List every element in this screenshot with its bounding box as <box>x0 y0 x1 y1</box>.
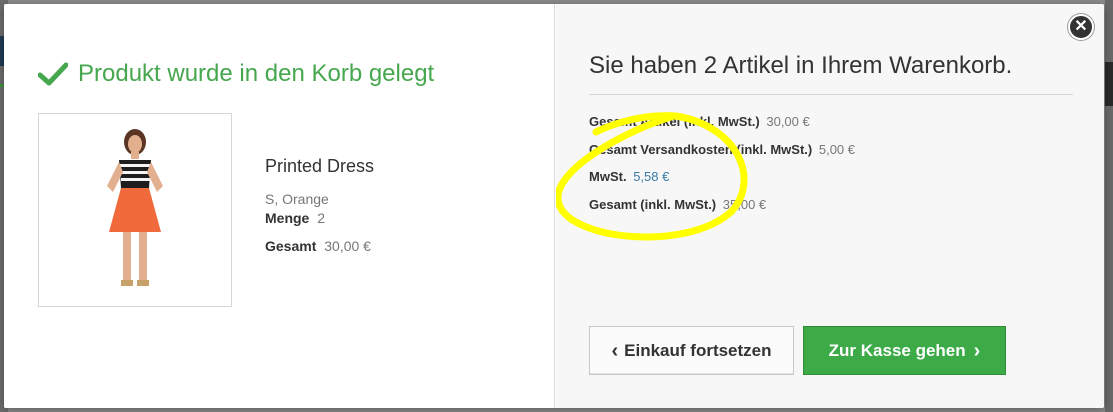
summary-grand-total: Gesamt (inkl. MwSt.) 35,00 € <box>589 197 855 213</box>
product-total-label: Gesamt <box>265 238 317 254</box>
close-glyph: ✕ <box>1074 18 1088 35</box>
summary-divider <box>589 94 1073 95</box>
cart-totals: Gesamt Artikel (inkl. MwSt.) 30,00 € Ges… <box>589 114 855 224</box>
summary-value: 35,00 € <box>722 196 767 212</box>
summary-tax-value: 5,58 € <box>633 169 670 184</box>
close-icon[interactable]: ✕ <box>1068 14 1094 40</box>
product-details: Printed Dress S, Orange Menge 2 Gesamt 3… <box>265 156 374 266</box>
product-quantity-row: Menge 2 <box>265 210 374 226</box>
summary-items-total: Gesamt Artikel (inkl. MwSt.) 30,00 € <box>589 114 855 130</box>
product-image <box>38 113 232 307</box>
checkout-label: Zur Kasse gehen <box>828 340 966 360</box>
continue-shopping-button[interactable]: ‹ Einkauf fortsetzen <box>589 326 794 375</box>
checkout-button[interactable]: Zur Kasse gehen › <box>803 326 1006 375</box>
chevron-left-icon: ‹ <box>611 339 619 362</box>
cart-count-heading: Sie haben 2 Artikel in Ihrem Warenkorb. <box>589 52 1013 79</box>
quantity-value: 2 <box>317 210 326 226</box>
chevron-right-icon: › <box>973 339 981 362</box>
continue-shopping-label: Einkauf fortsetzen <box>624 340 772 360</box>
summary-label: Gesamt Artikel (inkl. MwSt.) <box>589 114 760 129</box>
added-to-cart-text: Produkt wurde in den Korb gelegt <box>78 60 435 87</box>
cart-summary-pane: Sie haben 2 Artikel in Ihrem Warenkorb. … <box>556 4 1104 408</box>
background-header-fragment <box>1105 62 1113 106</box>
product-attributes: S, Orange <box>265 191 329 207</box>
product-total-row: Gesamt 30,00 € <box>265 238 374 254</box>
summary-value: 30,00 € <box>766 114 810 129</box>
summary-label: MwSt. <box>589 169 627 184</box>
added-to-cart-heading: Produkt wurde in den Korb gelegt <box>38 60 434 88</box>
product-total-value: 30,00 € <box>324 238 371 254</box>
summary-label: Gesamt Versandkosten (inkl. MwSt.) <box>589 141 813 157</box>
summary-tax: MwSt. 5,58 € <box>589 169 855 185</box>
quantity-label: Menge <box>265 210 310 226</box>
check-icon <box>38 62 68 86</box>
summary-shipping-total: Gesamt Versandkosten (inkl. MwSt.) 5,00 … <box>589 142 855 158</box>
product-name: Printed Dress <box>265 156 375 176</box>
summary-value: 5,00 € <box>818 141 856 157</box>
background-page-right-edge <box>1105 0 1113 412</box>
summary-label: Gesamt (inkl. MwSt.) <box>589 196 717 212</box>
product-pane: Produkt wurde in den Korb gelegt Printed… <box>4 4 555 408</box>
dress-photo <box>39 114 231 306</box>
cart-modal: Produkt wurde in den Korb gelegt Printed… <box>4 4 1104 408</box>
